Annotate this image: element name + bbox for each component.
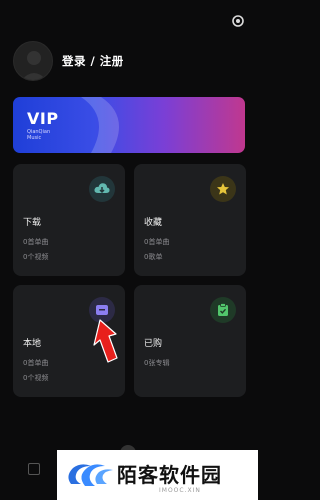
card-count: 0歌单 [144,253,163,261]
vip-title: VIP [27,109,59,128]
download-card[interactable]: 下载 0首单曲 0个视频 [13,164,125,276]
login-register-link[interactable]: 登录 / 注册 [62,53,124,69]
card-title: 本地 [23,339,42,349]
bottom-bar [0,450,57,500]
card-count: 0首单曲 [144,238,170,246]
watermark-logo-icon [68,464,113,486]
card-title: 收藏 [144,218,163,228]
card-count: 0首单曲 [23,238,49,246]
annotation-arrow-icon [93,319,118,363]
watermark-text: 陌客软件园 [117,463,222,487]
avatar[interactable] [13,41,53,81]
card-count: 0个视频 [23,374,49,382]
bottom-nav-icon[interactable] [28,463,40,475]
watermark: 陌客软件园 IMOOC.XIN [57,450,258,500]
card-count: 0张专辑 [144,359,170,367]
star-icon [210,176,236,202]
vip-decoration-icon [81,97,119,153]
card-count: 0首单曲 [23,359,49,367]
vip-banner[interactable]: VIP QianQian Music [13,97,245,153]
purchased-card[interactable]: 已购 0张专辑 [134,285,246,397]
settings-gear-icon[interactable] [231,13,245,27]
cloud-download-icon [89,176,115,202]
vip-brand: QianQian Music [27,129,51,141]
card-title: 下载 [23,218,42,228]
purchased-check-icon [210,297,236,323]
watermark-subtext: IMOOC.XIN [159,487,201,494]
profile-login-row[interactable]: 登录 / 注册 [13,41,124,81]
card-title: 已购 [144,339,163,349]
favorites-card[interactable]: 收藏 0首单曲 0歌单 [134,164,246,276]
card-count: 0个视频 [23,253,49,261]
